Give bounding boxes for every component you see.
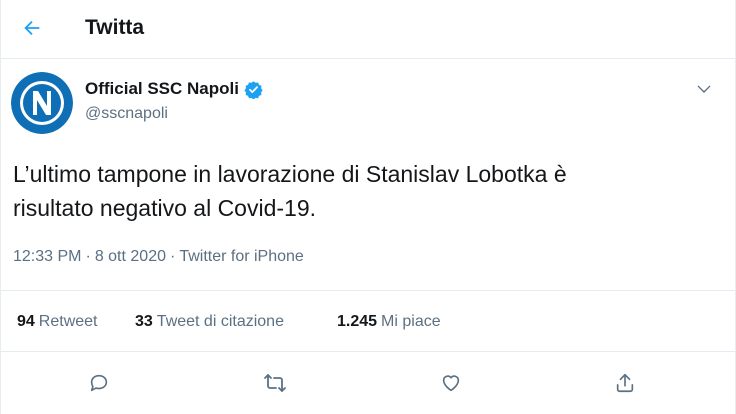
- page-title: Twitta: [85, 16, 145, 39]
- author-name[interactable]: Official SSC Napoli: [85, 79, 239, 99]
- retweets-label: Retweet: [38, 313, 98, 330]
- meta-separator: ·: [169, 248, 176, 265]
- retweets-count: 94: [17, 313, 35, 330]
- likes-count: 1.245: [337, 313, 378, 330]
- tweet-text: L’ultimo tampone in lavorazione di Stani…: [13, 157, 713, 225]
- author-handle[interactable]: @sscnapoli: [85, 105, 263, 123]
- tweet-source[interactable]: Twitter for iPhone: [179, 248, 304, 266]
- avatar[interactable]: [11, 72, 73, 134]
- quotes-stat[interactable]: 33 Tweet di citazione: [135, 313, 284, 331]
- reply-icon: [90, 374, 108, 392]
- chevron-down-icon: [697, 85, 711, 93]
- verified-badge-icon: [244, 80, 263, 99]
- share-button[interactable]: [610, 368, 640, 398]
- like-button[interactable]: [436, 368, 466, 398]
- tweet-time[interactable]: 12:33 PM: [13, 248, 81, 266]
- tweet-meta: 12:33 PM · 8 ott 2020 · Twitter for iPho…: [13, 248, 304, 266]
- likes-label: Mi piace: [381, 313, 441, 330]
- tweet-actions: [1, 362, 736, 402]
- arrow-left-icon: [24, 20, 40, 36]
- tweet-menu-button[interactable]: [693, 78, 715, 100]
- tweet-text-line: risultato negativo al Covid-19.: [13, 195, 316, 221]
- tweet-stats: 94 Retweet 33 Tweet di citazione 1.245 Mi p…: [1, 290, 736, 352]
- quotes-count: 33: [135, 313, 153, 330]
- retweets-stat[interactable]: 94 Retweet: [17, 313, 98, 331]
- reply-button[interactable]: [84, 368, 114, 398]
- share-icon: [616, 373, 634, 393]
- quotes-label: Tweet di citazione: [156, 313, 284, 330]
- retweet-button[interactable]: [260, 368, 290, 398]
- likes-stat[interactable]: 1.245 Mi piace: [337, 313, 441, 331]
- meta-separator: ·: [85, 248, 91, 265]
- page-header: Twitta: [1, 0, 736, 59]
- heart-icon: [442, 375, 460, 392]
- tweet-text-line: L’ultimo tampone in lavorazione di Stani…: [13, 161, 567, 187]
- napoli-logo-icon: [11, 72, 73, 134]
- author-block: Official SSC Napoli @sscnapoli: [85, 79, 263, 123]
- retweet-icon: [264, 374, 286, 392]
- back-button[interactable]: [15, 11, 49, 45]
- tweet-page: Twitta Official SSC Napoli @sscnapoli L’…: [0, 0, 736, 414]
- tweet-date[interactable]: 8 ott 2020: [95, 248, 166, 266]
